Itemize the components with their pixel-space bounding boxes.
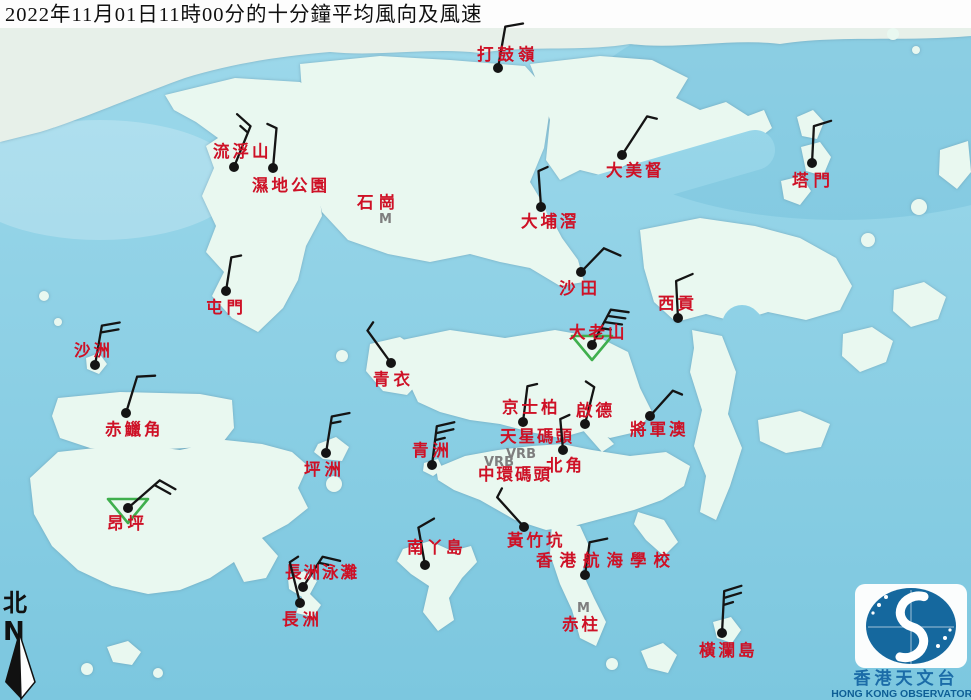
- station-label: 青洲: [412, 440, 453, 460]
- station-label: 大美督: [606, 160, 665, 180]
- land-islet-south: [606, 658, 618, 670]
- station-label: 大老山: [569, 322, 628, 342]
- station-label: 青衣: [373, 369, 414, 389]
- logo-title-chinese: 香港天文台: [854, 668, 959, 688]
- land-islet-ne-2: [912, 46, 920, 54]
- station-dot: [229, 162, 239, 172]
- station-dot: [420, 560, 430, 570]
- hk-wind-map: 2022年11月01日11時00分的十分鐘平均風向及風速 北 N 香港天文台 H…: [0, 0, 971, 700]
- station-label: 濕地公園: [252, 175, 330, 195]
- station-label: 長洲: [282, 610, 323, 629]
- station-label: 黃竹坑: [506, 530, 566, 550]
- station-label: 赤柱: [562, 614, 601, 634]
- logo-title-english: HONG KONG OBSERVATORY: [831, 688, 971, 700]
- station-label: 沙洲: [74, 341, 113, 360]
- station-label: 啟德: [576, 400, 615, 420]
- station-label: 坪洲: [304, 460, 345, 479]
- station-dot: [807, 158, 817, 168]
- station-dot: [558, 445, 568, 455]
- station-dot: [90, 360, 100, 370]
- station-dot: [295, 598, 305, 608]
- station-label: 香港航海學校: [536, 550, 677, 570]
- station-dot: [221, 286, 231, 296]
- station-dot: [673, 313, 683, 323]
- station-label: 塔門: [792, 170, 835, 190]
- station-dot: [123, 503, 133, 513]
- station-label: 將軍澳: [630, 419, 689, 439]
- land-islet-brothers-1: [39, 291, 49, 301]
- station-label: 西貢: [658, 294, 697, 313]
- station-label: 流浮山: [213, 141, 272, 161]
- land-islet-ne-saikung: [861, 233, 875, 247]
- station-label: 長洲泳灘: [285, 562, 359, 582]
- station-label: 打鼓嶺: [477, 44, 539, 64]
- station-dot: [427, 460, 437, 470]
- station-dot: [617, 150, 627, 160]
- land-islet-brothers-2: [54, 318, 62, 326]
- station-dot: [298, 582, 308, 592]
- land-soko-3: [153, 668, 163, 678]
- station-label: 沙田: [559, 279, 602, 298]
- station-label: 屯門: [206, 297, 247, 317]
- station-marker-m: M: [379, 212, 392, 227]
- station-label: 昂坪: [107, 514, 148, 533]
- station-dot: [717, 628, 727, 638]
- land-soko-2: [81, 663, 93, 675]
- station-label: 京士柏: [502, 397, 561, 417]
- station-dot: [580, 419, 590, 429]
- station-dot: [386, 358, 396, 368]
- page-title: 2022年11月01日11時00分的十分鐘平均風向及風速: [5, 3, 482, 26]
- station-label: 大埔滘: [521, 211, 580, 231]
- station-marker-m: M: [577, 601, 590, 616]
- land-islet-mirs-bay: [911, 199, 927, 215]
- station-dot: [536, 202, 546, 212]
- wind-map-page: 2022年11月01日11時00分的十分鐘平均風向及風速 北 N 香港天文台 H…: [0, 0, 971, 700]
- land-ma-wan: [336, 350, 348, 362]
- station-dot: [518, 417, 528, 427]
- station-label: 石崗: [356, 193, 400, 212]
- north-label-chinese: 北: [3, 590, 27, 617]
- station-label: 橫瀾島: [699, 640, 758, 660]
- station-dot: [580, 570, 590, 580]
- station-marker-vrb: VRB: [484, 455, 514, 470]
- station-dot: [268, 163, 278, 173]
- station-label: 赤鱲角: [105, 419, 164, 439]
- station-dot: [493, 63, 503, 73]
- station-dot: [576, 267, 586, 277]
- station-dot: [321, 448, 331, 458]
- land-islet-ne-1: [887, 28, 899, 40]
- station-label: 南丫島: [407, 537, 466, 557]
- station-dot: [121, 408, 131, 418]
